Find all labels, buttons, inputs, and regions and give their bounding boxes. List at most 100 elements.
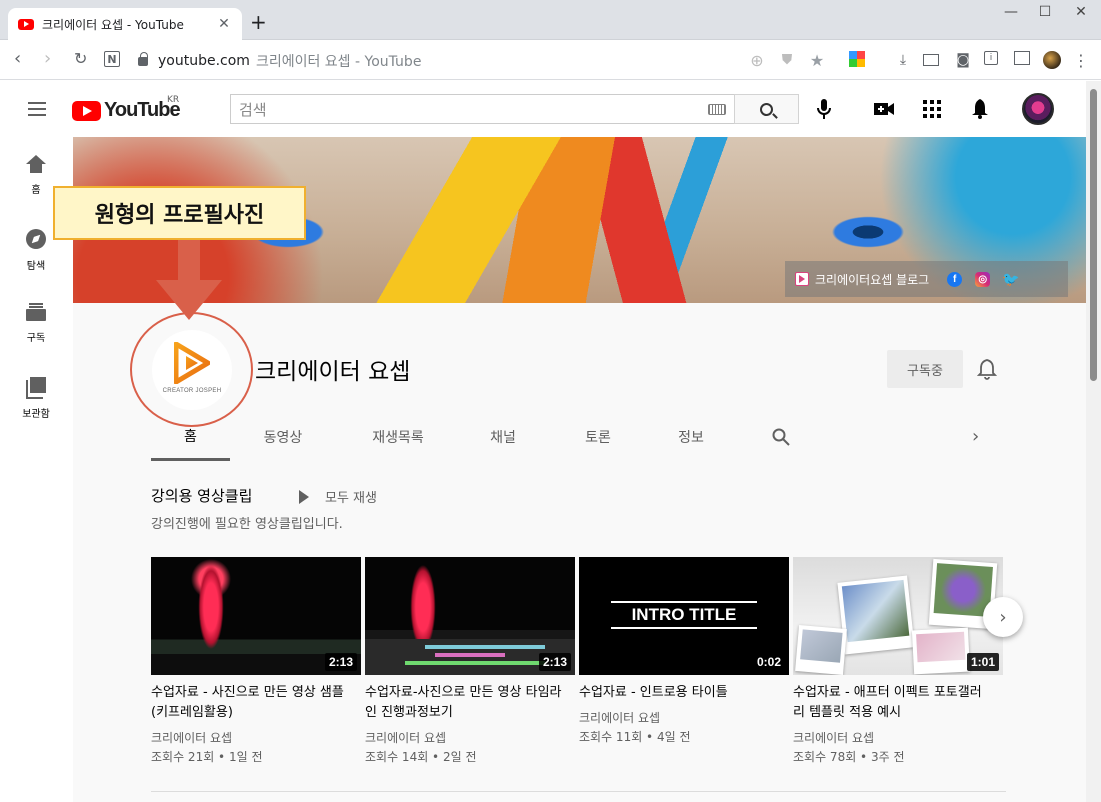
video-title[interactable]: 수업자료-사진으로 만든 영상 타임라인 진행과정보기 (365, 683, 565, 723)
guide-item-subscriptions[interactable]: 구독 (0, 285, 72, 359)
video-card[interactable]: INTRO TITLE 0:02 수업자료 - 인트로용 타이틀 크리에이터 요… (579, 557, 789, 745)
browser-toolbar: ‹ › ↻ N youtube.com 크리에이터 요셉 - YouTube ⊕… (0, 41, 1101, 80)
annotation-callout: 원형의 프로필사진 (53, 186, 306, 240)
library-icon (26, 377, 46, 399)
youtube-play-logo-icon (72, 100, 101, 121)
video-channel[interactable]: 크리에이터 요셉 (579, 709, 789, 726)
tab-about[interactable]: 정보 (661, 413, 721, 461)
account-avatar[interactable] (1022, 93, 1054, 125)
home-icon (26, 155, 46, 173)
search-input[interactable]: 검색 (230, 94, 734, 124)
video-thumbnail[interactable]: 2:13 (151, 557, 361, 675)
intro-title-text: INTRO TITLE (611, 601, 757, 629)
video-title[interactable]: 수업자료 - 애프터 이펙트 포토갤러리 템플릿 적용 예시 (793, 683, 993, 723)
tab-playlists[interactable]: 재생목록 (356, 413, 440, 461)
guide-label-explore: 탐색 (26, 261, 46, 272)
channel-search-icon[interactable] (772, 428, 790, 450)
blog-link[interactable]: 크리에이터요셉 블로그 (815, 271, 929, 288)
notifications-bell-icon[interactable] (968, 97, 992, 121)
hamburger-menu-icon[interactable] (28, 102, 46, 116)
page-scrollbar[interactable] (1086, 81, 1101, 802)
video-title[interactable]: 수업자료 - 인트로용 타이틀 (579, 683, 779, 703)
facebook-icon[interactable]: f (947, 271, 963, 287)
channel-title: 크리에이터 요셉 (255, 359, 411, 385)
video-meta: 조회수 78회 • 3주 전 (793, 750, 905, 764)
youtube-masthead: YouTube KR 검색 (0, 81, 1086, 137)
lock-icon (138, 51, 148, 66)
scrollbar-thumb[interactable] (1090, 89, 1097, 381)
shelf-next-arrow-icon[interactable]: › (983, 597, 1023, 637)
color-picker-extension-icon[interactable] (849, 51, 865, 67)
video-channel[interactable]: 크리에이터 요셉 (151, 729, 361, 746)
search-placeholder: 검색 (239, 100, 267, 119)
screenshot-camera-icon[interactable]: ◙ (954, 51, 972, 69)
create-video-icon[interactable] (872, 97, 896, 121)
video-title[interactable]: 수업자료 - 사진으로 만든 영상 샘플 (키프레임활용) (151, 683, 351, 723)
video-thumbnail[interactable]: INTRO TITLE 0:02 (579, 557, 789, 675)
add-extension-icon[interactable]: ⊕ (748, 51, 766, 70)
guide-item-library[interactable]: 보관함 (0, 359, 72, 433)
tab-channels[interactable]: 채널 (473, 413, 533, 461)
download-icon[interactable]: ⤓ (894, 51, 912, 69)
address-bar[interactable]: youtube.com 크리에이터 요셉 - YouTube (138, 51, 421, 71)
twitter-icon[interactable]: 🐦 (1002, 271, 1019, 287)
voice-search-icon[interactable] (812, 97, 836, 121)
section-divider (151, 791, 1006, 792)
video-thumbnail[interactable]: 1:01 (793, 557, 1003, 675)
video-card[interactable]: 1:01 수업자료 - 애프터 이펙트 포토갤러리 템플릿 적용 예시 크리에이… (793, 557, 1003, 765)
play-icon (299, 489, 309, 504)
video-card[interactable]: 2:13 수업자료 - 사진으로 만든 영상 샘플 (키프레임활용) 크리에이터… (151, 557, 361, 765)
reload-icon[interactable]: ↻ (74, 49, 87, 69)
youtube-favicon-icon (18, 18, 34, 30)
video-card[interactable]: 2:13 수업자료-사진으로 만든 영상 타임라인 진행과정보기 크리에이터 요… (365, 557, 575, 765)
window-close-icon[interactable]: ✕ (1066, 4, 1096, 20)
side-panel-icon[interactable] (1014, 51, 1030, 65)
notion-extension-icon[interactable]: N (104, 51, 120, 67)
info-extension-icon[interactable]: i (984, 51, 998, 65)
video-channel[interactable]: 크리에이터 요셉 (365, 729, 575, 746)
tab-close-icon[interactable]: ✕ (216, 16, 232, 32)
profile-avatar-icon[interactable] (1043, 51, 1061, 69)
maximize-icon[interactable]: ☐ (1030, 4, 1060, 20)
shelf-description: 강의진행에 필요한 영상클립입니다. (151, 517, 343, 532)
browser-tab[interactable]: 크리에이터 요셉 - YouTube ✕ (8, 8, 242, 40)
subscribed-button[interactable]: 구독중 (887, 350, 963, 388)
tabs-next-chevron-icon[interactable]: › (972, 428, 979, 446)
youtube-logo[interactable]: YouTube (72, 99, 181, 122)
video-camera-icon[interactable] (923, 54, 939, 66)
address-path: 크리에이터 요셉 - YouTube (255, 54, 422, 70)
tab-title: 크리에이터 요셉 - YouTube (42, 17, 184, 32)
apps-grid-icon[interactable] (920, 97, 944, 121)
video-channel[interactable]: 크리에이터 요셉 (793, 729, 1003, 746)
minimize-icon[interactable]: — (996, 4, 1026, 20)
shield-icon[interactable]: ⛊ (778, 51, 796, 69)
video-meta: 조회수 21회 • 1일 전 (151, 750, 263, 764)
bookmark-star-icon[interactable]: ★ (808, 51, 826, 70)
guide-label-subscriptions: 구독 (26, 333, 46, 344)
blog-logo-icon (795, 272, 809, 286)
annotation-highlight-circle (130, 312, 253, 427)
instagram-icon[interactable]: ◎ (975, 271, 991, 287)
video-meta: 조회수 11회 • 4일 전 (579, 730, 691, 744)
keyboard-icon[interactable] (708, 103, 726, 115)
search-icon (760, 102, 773, 116)
back-arrow-icon[interactable]: ‹ (14, 49, 21, 69)
video-duration: 2:13 (538, 653, 571, 671)
shelf-title[interactable]: 강의용 영상클립 (151, 485, 252, 506)
search-button[interactable] (734, 94, 799, 124)
subscriptions-icon (26, 303, 46, 321)
explore-icon (26, 229, 46, 249)
video-thumbnail[interactable]: 2:13 (365, 557, 575, 675)
annotation-arrow (178, 240, 200, 282)
address-host: youtube.com (158, 53, 250, 69)
video-duration: 1:01 (966, 653, 999, 671)
new-tab-button[interactable]: + (250, 12, 267, 32)
forward-arrow-icon[interactable]: › (44, 49, 51, 69)
browser-menu-icon[interactable]: ⋮ (1072, 51, 1090, 70)
guide-label-home: 홈 (31, 185, 41, 196)
tab-discussion[interactable]: 토론 (568, 413, 628, 461)
video-meta: 조회수 14회 • 2일 전 (365, 750, 477, 764)
play-all-button[interactable]: 모두 재생 (299, 487, 377, 506)
channel-bell-icon[interactable] (976, 358, 998, 380)
tab-videos[interactable]: 동영상 (243, 413, 323, 461)
